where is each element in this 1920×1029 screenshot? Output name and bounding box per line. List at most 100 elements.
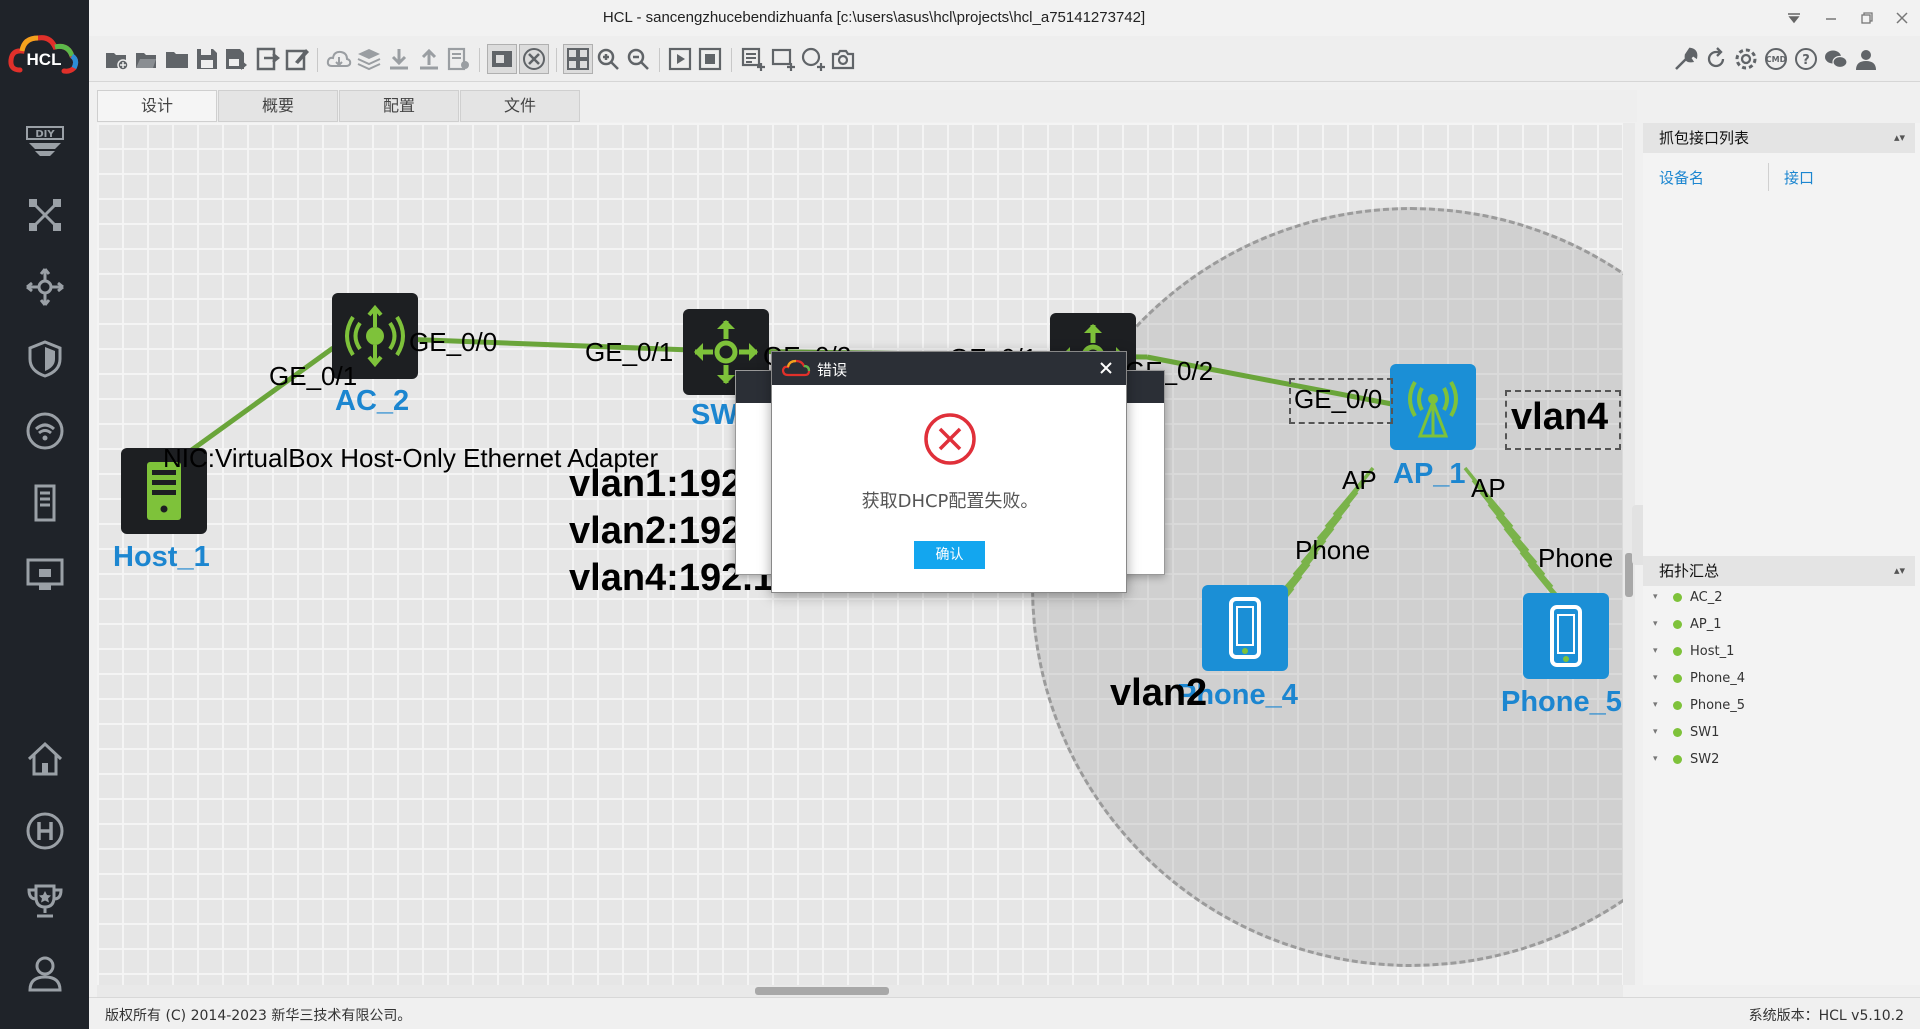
edit-icon[interactable] (282, 44, 312, 74)
port-label: Phone (1538, 543, 1614, 573)
refresh-icon[interactable] (1701, 44, 1731, 74)
summary-item[interactable]: ▾ Host_1 (1653, 640, 1734, 662)
expand-collapse-icon[interactable]: ▴▾ (1894, 123, 1905, 153)
layers-icon[interactable] (354, 44, 384, 74)
help-icon[interactable]: ? (1791, 44, 1821, 74)
folder-icon[interactable] (162, 44, 192, 74)
user-icon[interactable] (22, 950, 68, 996)
save-icon[interactable] (192, 44, 222, 74)
server-icon[interactable] (22, 480, 68, 526)
capture-toggle-icon[interactable] (487, 44, 517, 74)
column-interface[interactable]: 接口 (1784, 167, 1814, 188)
tab-files[interactable]: 文件 (460, 90, 580, 122)
summary-item[interactable]: ▾ Phone_4 (1653, 667, 1745, 689)
open-project-icon[interactable] (132, 44, 162, 74)
tab-design[interactable]: 设计 (97, 90, 217, 122)
h3c-icon[interactable] (22, 808, 68, 854)
host-label: Host_1 (113, 541, 210, 573)
summary-item[interactable]: ▾ SW2 (1653, 748, 1719, 770)
phone4-device[interactable] (1202, 585, 1288, 671)
scroll-thumb[interactable] (755, 987, 889, 995)
save-as-icon[interactable] (222, 44, 252, 74)
chevron-down-icon[interactable]: ▾ (1653, 619, 1667, 629)
chevron-down-icon[interactable]: ▾ (1653, 700, 1667, 710)
download-icon[interactable] (384, 44, 414, 74)
zoom-out-icon[interactable] (623, 44, 653, 74)
chevron-down-icon[interactable]: ▾ (1653, 673, 1667, 683)
ap-device[interactable] (1390, 364, 1476, 450)
chevron-down-icon[interactable]: ▾ (1653, 592, 1667, 602)
summary-item[interactable]: ▾ SW1 (1653, 721, 1719, 743)
hcl-logo: HCL (8, 30, 80, 78)
cmd-console-icon[interactable]: CMD (1761, 44, 1791, 74)
vlan2-note: vlan2:192. (569, 510, 753, 552)
user-profile-icon[interactable] (1851, 44, 1881, 74)
terminal-icon[interactable] (22, 552, 68, 598)
tab-config[interactable]: 配置 (339, 90, 459, 122)
chevron-down-icon[interactable]: ▾ (1653, 646, 1667, 656)
start-all-icon[interactable] (665, 44, 695, 74)
toolbar-separator (731, 48, 732, 72)
phone5-device[interactable] (1523, 593, 1609, 679)
status-dot-icon (1673, 619, 1682, 629)
cloud-icon[interactable] (324, 44, 354, 74)
summary-item-label: AP_1 (1690, 616, 1722, 632)
close-icon[interactable] (1889, 6, 1915, 30)
topology-summary-header[interactable]: 拓扑汇总 ▴▾ (1643, 556, 1915, 586)
summary-item-label: Phone_4 (1690, 670, 1746, 686)
confirm-button[interactable]: 确认 (914, 541, 985, 569)
zoom-in-icon[interactable] (593, 44, 623, 74)
add-text-icon[interactable] (738, 44, 768, 74)
upload-icon[interactable] (414, 44, 444, 74)
canvas-horizontal-scrollbar[interactable] (97, 985, 1623, 997)
new-project-icon[interactable] (102, 44, 132, 74)
error-dialog-titlebar[interactable]: 错误 (772, 352, 1126, 385)
vlan1-note: vlan1:192. (569, 463, 753, 505)
chevron-down-icon[interactable]: ▾ (1653, 727, 1667, 737)
dialog-close-icon[interactable] (1096, 358, 1116, 378)
export-icon[interactable] (252, 44, 282, 74)
expand-collapse-icon[interactable]: ▴▾ (1894, 556, 1905, 586)
screenshot-camera-icon[interactable] (828, 44, 858, 74)
summary-item[interactable]: ▾ AC_2 (1653, 586, 1723, 608)
sw-label: SW (691, 399, 738, 431)
toolbar-separator (556, 48, 557, 72)
settings-gear-icon[interactable] (1731, 44, 1761, 74)
chevron-down-icon[interactable]: ▾ (1653, 754, 1667, 764)
add-rectangle-icon[interactable] (768, 44, 798, 74)
summary-item[interactable]: ▾ Phone_5 (1653, 694, 1745, 716)
svg-text:HCL: HCL (27, 50, 62, 69)
grid-toggle-icon[interactable] (563, 44, 593, 74)
version-text: 系统版本：HCL v5.10.2 (1748, 1008, 1904, 1024)
capture-list-header[interactable]: 抓包接口列表 ▴▾ (1643, 123, 1915, 153)
status-dot-icon (1673, 673, 1682, 683)
document-settings-icon[interactable] (444, 44, 474, 74)
port-label: AP (1471, 473, 1506, 503)
status-dot-icon (1673, 700, 1682, 710)
diy-icon[interactable]: DIY (22, 120, 68, 166)
topology-icon[interactable] (22, 192, 68, 238)
column-device-name[interactable]: 设备名 (1659, 167, 1704, 188)
summary-item[interactable]: ▾ AP_1 (1653, 613, 1722, 635)
window-title: HCL - sancengzhucebendizhuanfa [c:\users… (602, 9, 1146, 26)
panel-collapse-handle[interactable] (1632, 505, 1643, 565)
tools-wrench-icon[interactable] (1671, 44, 1701, 74)
stop-all-icon[interactable] (695, 44, 725, 74)
tab-overview[interactable]: 概要 (218, 90, 338, 122)
trophy-icon[interactable] (22, 878, 68, 924)
hcl-app: HCL DIY HCL - sancengzhucebendizhuanfa [… (0, 0, 1920, 1029)
minimize-icon[interactable] (1818, 6, 1844, 30)
home-icon[interactable] (22, 736, 68, 782)
wireless-icon[interactable] (22, 408, 68, 454)
add-ellipse-icon[interactable] (798, 44, 828, 74)
svg-text:CMD: CMD (1766, 55, 1787, 64)
wechat-icon[interactable] (1821, 44, 1851, 74)
vlan4-tag: vlan4 (1511, 396, 1609, 438)
capture-list-columns: 设备名 接口 (1643, 157, 1915, 197)
menu-dropdown-icon[interactable] (1781, 6, 1807, 30)
router-icon[interactable] (22, 264, 68, 310)
port-label: Phone (1295, 535, 1371, 565)
restore-icon[interactable] (1854, 6, 1880, 30)
network-toggle-icon[interactable] (519, 44, 549, 74)
firewall-shield-icon[interactable] (22, 336, 68, 382)
